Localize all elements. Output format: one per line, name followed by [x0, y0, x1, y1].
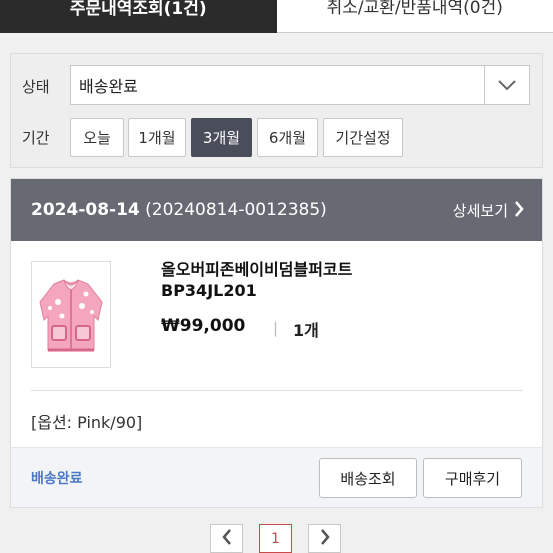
tab-order-history[interactable]: 주문내역조회(1건): [0, 0, 277, 33]
status-label: 상태: [22, 78, 50, 96]
pink-jacket-image: [39, 279, 103, 352]
period-label: 기간: [22, 129, 50, 147]
status-select[interactable]: 배송완료: [70, 65, 530, 105]
price-qty-separator: |: [273, 319, 279, 337]
period-today-label: 오늘: [83, 129, 111, 147]
period-6month-label: 6개월: [268, 129, 307, 147]
order-date: 2024-08-14: [31, 200, 140, 220]
period-custom-label: 기간설정: [335, 129, 391, 147]
chevron-left-icon: [221, 528, 232, 549]
chevron-right-icon: [514, 200, 524, 221]
order-tabs: 주문내역조회(1건) 취소/교환/반품내역(0건): [0, 0, 553, 33]
track-delivery-button[interactable]: 배송조회: [319, 458, 417, 498]
order-number: (20240814-0012385): [145, 200, 327, 220]
order-footer: 배송완료 배송조회 구매후기: [11, 447, 542, 507]
period-3month-label: 3개월: [202, 129, 241, 147]
period-custom-button[interactable]: 기간설정: [323, 118, 403, 157]
period-6month-button[interactable]: 6개월: [257, 118, 318, 157]
tab-order-history-label: 주문내역조회(1건): [69, 0, 207, 19]
tab-cancel-exchange-return[interactable]: 취소/교환/반품내역(0건): [276, 0, 553, 33]
order-date-number: 2024-08-14 (20240814-0012385): [31, 200, 327, 220]
period-today-button[interactable]: 오늘: [70, 118, 124, 157]
period-1month-label: 1개월: [138, 129, 176, 147]
order-header: 2024-08-14 (20240814-0012385) 상세보기: [11, 179, 542, 241]
track-delivery-label: 배송조회: [340, 469, 396, 488]
order-detail-label: 상세보기: [452, 202, 508, 220]
divider: [31, 390, 523, 391]
status-select-value: 배송완료: [79, 77, 138, 96]
pagination-prev-button[interactable]: [210, 524, 243, 553]
pagination-page-current[interactable]: 1: [259, 524, 292, 553]
chevron-down-icon[interactable]: [484, 66, 529, 104]
product-name: 올오버피존베이비덤블퍼코트: [161, 260, 353, 279]
tab-cancel-exchange-return-label: 취소/교환/반품내역(0건): [326, 0, 503, 18]
period-1month-button[interactable]: 1개월: [128, 118, 186, 157]
period-3month-button[interactable]: 3개월: [191, 118, 252, 157]
product-quantity: 1개: [293, 321, 319, 340]
filter-panel: 상태 배송완료 기간 오늘 1개월 3개월 6개월 기간설정: [10, 53, 543, 168]
product-name-link[interactable]: 올오버피존베이비덤블퍼코트 BP34JL201: [161, 259, 352, 301]
order-detail-link[interactable]: 상세보기: [453, 200, 524, 221]
product-price: ₩99,000: [161, 316, 246, 336]
product-option: [옵션: Pink/90]: [31, 413, 143, 432]
status-badge: 배송완료: [31, 471, 83, 487]
product-code: BP34JL201: [161, 281, 257, 300]
order-card: 2024-08-14 (20240814-0012385) 상세보기 올오버피존…: [10, 178, 543, 508]
chevron-right-icon: [320, 528, 330, 549]
pagination-next-button[interactable]: [308, 524, 341, 553]
write-review-button[interactable]: 구매후기: [423, 458, 522, 498]
pagination-page-label: 1: [271, 530, 280, 547]
product-thumbnail[interactable]: [31, 261, 111, 368]
write-review-label: 구매후기: [444, 469, 501, 488]
